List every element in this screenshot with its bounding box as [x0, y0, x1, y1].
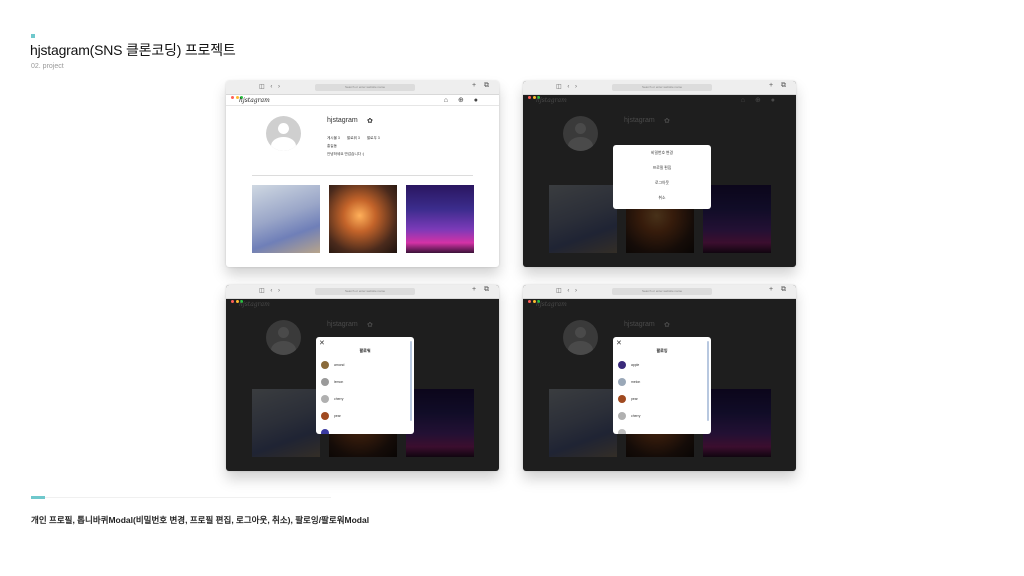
avatar: [321, 361, 329, 369]
browser-nav-icons[interactable]: ◫ ‹ ›: [556, 287, 579, 294]
user-name: pear: [631, 397, 638, 401]
browser-tab-icons[interactable]: + ⧉: [769, 82, 789, 90]
browser-tab-icons[interactable]: + ⧉: [472, 286, 492, 294]
page-subtitle: 02. project: [31, 63, 64, 70]
browser-titlebar: ◫ ‹ › Search or enter website name + ⧉: [226, 81, 499, 99]
profile-username: hjstagram: [327, 117, 358, 124]
modal-title: 팔로워: [359, 348, 371, 353]
browser-titlebar: ◫ ‹ › Search or enter website name + ⧉: [226, 285, 499, 303]
user-name: cherry: [631, 414, 641, 418]
avatar: [618, 395, 626, 403]
profile-real-name: 홍길동: [327, 144, 337, 148]
header-nav-icons: ⌂ ⊕ ●: [740, 97, 779, 104]
gear-icon: ✿: [367, 322, 373, 329]
profile-avatar: [266, 320, 301, 355]
avatar: [321, 429, 329, 434]
gear-icon[interactable]: ✿: [367, 117, 373, 125]
profile-page-dimmed: hjstagram hjstagram ✿ ✕ 팔로잉 apple melon …: [523, 299, 796, 471]
avatar: [618, 429, 626, 434]
gear-icon: ✿: [664, 322, 670, 329]
stat-posts: 게시물 3: [327, 136, 340, 140]
photo-bedroom[interactable]: [252, 185, 320, 253]
photo-neon-room: [406, 389, 474, 457]
scrollbar[interactable]: [707, 341, 709, 421]
avatar: [618, 412, 626, 420]
profile-avatar: [563, 320, 598, 355]
cancel-button[interactable]: 취소: [613, 196, 711, 201]
user-name: cherry: [334, 397, 344, 401]
user-name: melon: [631, 380, 641, 384]
browser-window-gear-modal: ◫ ‹ › Search or enter website name + ⧉ h…: [523, 81, 796, 267]
scrollbar[interactable]: [410, 341, 412, 421]
app-logo: hjstagram: [536, 301, 567, 308]
photo-neon-room: [703, 389, 771, 457]
browser-window-profile: ◫ ‹ › Search or enter website name + ⧉ h…: [226, 81, 499, 267]
app-logo: hjstagram: [239, 301, 270, 308]
browser-nav-icons[interactable]: ◫ ‹ ›: [556, 83, 579, 90]
browser-nav-icons[interactable]: ◫ ‹ ›: [259, 287, 282, 294]
avatar: [618, 378, 626, 386]
browser-titlebar: ◫ ‹ › Search or enter website name + ⧉: [523, 81, 796, 99]
browser-nav-icons[interactable]: ◫ ‹ ›: [259, 83, 282, 90]
page-caption: 개인 프로필, 톱니바퀴Modal(비밀번호 변경, 프로필 편집, 로그아웃,…: [31, 515, 370, 525]
app-logo: hjstagram: [536, 97, 567, 104]
stat-followers[interactable]: 팔로워 3: [347, 136, 360, 140]
photo-bedroom: [549, 389, 617, 457]
photo-candle-room[interactable]: [329, 185, 397, 253]
avatar: [618, 361, 626, 369]
url-bar[interactable]: Search or enter website name: [612, 84, 712, 91]
url-bar[interactable]: Search or enter website name: [315, 84, 415, 91]
gear-icon: ✿: [664, 118, 670, 125]
browser-titlebar: ◫ ‹ › Search or enter website name + ⧉: [523, 285, 796, 303]
photo-neon-room: [703, 185, 771, 253]
url-bar[interactable]: Search or enter website name: [612, 288, 712, 295]
user-name: lemon: [334, 380, 344, 384]
profile-bio: 안녕하세요 반갑습니다 :): [327, 152, 365, 156]
profile-username: hjstagram: [327, 321, 358, 328]
photo-bedroom: [549, 185, 617, 253]
avatar: [321, 378, 329, 386]
following-modal: ✕ 팔로잉 apple melon pear cherry: [613, 337, 711, 434]
app-logo[interactable]: hjstagram: [239, 97, 270, 104]
followers-modal: ✕ 팔로워 amond lemon cherry pear: [316, 337, 414, 434]
footer-divider: [31, 497, 331, 498]
change-password-button[interactable]: 비밀번호 변경: [613, 151, 711, 156]
browser-window-following-modal: ◫ ‹ › Search or enter website name + ⧉ h…: [523, 285, 796, 471]
avatar: [321, 395, 329, 403]
profile-avatar[interactable]: [266, 116, 301, 151]
profile-stats: 게시물 3 팔로워 3 팔로우 3: [327, 136, 386, 141]
photo-bedroom: [252, 389, 320, 457]
user-name: amond: [334, 363, 345, 367]
profile-divider: [252, 175, 473, 176]
profile-page: hjstagram ⌂ ⊕ ● hjstagram ✿ 게시물 3 팔로워 3 …: [226, 95, 499, 267]
close-icon[interactable]: ✕: [616, 339, 622, 347]
avatar: [321, 412, 329, 420]
logout-button[interactable]: 로그아웃: [613, 181, 711, 186]
page-title: hjstagram(SNS 클론코딩) 프로젝트: [30, 42, 236, 58]
stat-following[interactable]: 팔로우 3: [367, 136, 380, 140]
profile-page-dimmed: hjstagram ⌂ ⊕ ● hjstagram ✿ 비밀번호 변경 프로필 …: [523, 95, 796, 267]
profile-username: hjstagram: [624, 117, 655, 124]
profile-page-dimmed: hjstagram hjstagram ✿ ✕ 팔로워 amond lemon …: [226, 299, 499, 471]
photo-grid: [252, 185, 474, 253]
browser-window-followers-modal: ◫ ‹ › Search or enter website name + ⧉ h…: [226, 285, 499, 471]
user-name: apple: [631, 363, 640, 367]
modal-title: 팔로잉: [656, 348, 668, 353]
user-name: pear: [334, 414, 341, 418]
close-icon[interactable]: ✕: [319, 339, 325, 347]
profile-username: hjstagram: [624, 321, 655, 328]
header-divider: [226, 105, 499, 106]
accent-square: [31, 34, 35, 38]
browser-tab-icons[interactable]: + ⧉: [769, 286, 789, 294]
browser-tab-icons[interactable]: + ⧉: [472, 82, 492, 90]
edit-profile-button[interactable]: 프로필 편집: [613, 166, 711, 171]
profile-avatar: [563, 116, 598, 151]
photo-neon-room[interactable]: [406, 185, 474, 253]
url-bar[interactable]: Search or enter website name: [315, 288, 415, 295]
header-nav-icons[interactable]: ⌂ ⊕ ●: [444, 96, 482, 104]
gear-modal: 비밀번호 변경 프로필 편집 로그아웃 취소: [613, 145, 711, 209]
footer-accent: [31, 496, 45, 499]
